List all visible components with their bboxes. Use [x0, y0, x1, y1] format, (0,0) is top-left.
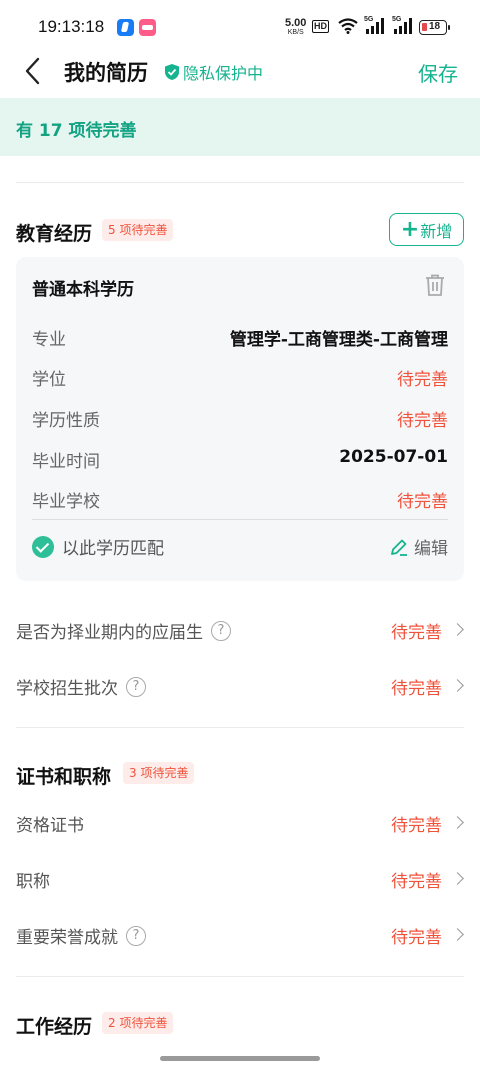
fresh-graduate-row[interactable]: 是否为择业期内的应届生? 待完善	[16, 616, 464, 646]
education-section-title: 教育经历	[16, 223, 93, 245]
help-icon[interactable]: ?	[126, 676, 146, 697]
field-graduation-date: 毕业时间 2025-07-01	[32, 447, 448, 472]
row-value: 待完善	[391, 872, 442, 892]
divider	[16, 727, 464, 728]
row-label: 职称	[16, 867, 50, 892]
save-button[interactable]: 保存	[418, 58, 458, 87]
back-arrow-icon[interactable]	[22, 56, 44, 86]
status-time: 19:13:18	[38, 17, 105, 36]
divider	[16, 976, 464, 977]
row-label: 学校招生批次?	[16, 674, 146, 699]
signal-icon: 5G	[364, 16, 386, 38]
field-label: 毕业学校	[32, 492, 100, 512]
home-indicator[interactable]	[160, 1056, 320, 1061]
pending-count-text: 有 17 项待完善	[16, 121, 137, 141]
shield-check-icon	[165, 64, 179, 80]
check-circle-icon	[32, 535, 54, 558]
education-card-title: 普通本科学历	[32, 280, 134, 300]
row-label: 资格证书	[16, 811, 84, 836]
chevron-right-icon	[451, 816, 464, 829]
professional-title-row[interactable]: 职称 待完善	[16, 865, 464, 895]
plus-icon: +	[400, 216, 420, 242]
signal-icon-2: 5G	[392, 16, 414, 38]
privacy-label: 隐私保护中	[183, 64, 264, 83]
row-value: 待完善	[391, 679, 442, 699]
notification-app-icon-2	[139, 19, 156, 36]
signal-label-2: 5G	[392, 16, 402, 23]
row-label-text: 学校招生批次	[16, 679, 118, 699]
field-education-type: 学历性质 待完善	[32, 406, 448, 431]
field-school: 毕业学校 待完善	[32, 487, 448, 512]
chevron-right-icon	[451, 679, 464, 692]
match-by-education-toggle[interactable]: 以此学历匹配	[32, 534, 164, 559]
row-label-text: 职称	[16, 872, 50, 892]
field-value: 待完善	[397, 411, 448, 431]
edit-education-button[interactable]: 编辑	[389, 534, 448, 559]
admission-batch-row[interactable]: 学校招生批次? 待完善	[16, 672, 464, 702]
add-label: 新增	[420, 221, 453, 241]
field-label: 学位	[32, 370, 66, 390]
chevron-right-icon	[451, 872, 464, 885]
row-value: 待完善	[391, 816, 442, 836]
field-degree: 学位 待完善	[32, 365, 448, 390]
row-label-text: 重要荣誉成就	[16, 928, 118, 948]
row-label-text: 资格证书	[16, 816, 84, 836]
battery-level: 18	[429, 21, 441, 32]
signal-label: 5G	[364, 16, 374, 23]
field-label: 学历性质	[32, 411, 100, 431]
match-label: 以此学历匹配	[62, 539, 164, 559]
chevron-right-icon	[451, 623, 464, 636]
trash-icon[interactable]	[424, 273, 446, 301]
page-title: 我的简历	[64, 61, 148, 85]
field-label: 毕业时间	[32, 452, 100, 472]
card-divider	[32, 519, 448, 520]
edit-label: 编辑	[414, 539, 448, 559]
honors-row[interactable]: 重要荣誉成就? 待完善	[16, 921, 464, 951]
pending-banner: 有 17 项待完善	[0, 98, 480, 156]
privacy-status[interactable]: 隐私保护中	[164, 60, 263, 84]
help-icon[interactable]: ?	[126, 925, 146, 946]
row-label: 是否为择业期内的应届生?	[16, 618, 231, 643]
hd-icon: HD	[312, 20, 329, 33]
education-pending-badge: 5 项待完善	[102, 219, 174, 241]
nav-bar: 我的简历 隐私保护中 保存	[0, 44, 480, 98]
row-label: 重要荣誉成就?	[16, 923, 146, 948]
field-value: 待完善	[397, 370, 448, 390]
qualification-cert-row[interactable]: 资格证书 待完善	[16, 809, 464, 839]
help-icon[interactable]: ?	[211, 620, 231, 641]
wifi-icon	[338, 18, 358, 38]
divider	[16, 182, 464, 183]
network-speed: 5.00 KB/S	[285, 18, 306, 37]
notification-app-icon	[117, 19, 134, 36]
battery-fill	[422, 23, 427, 31]
field-major: 专业 管理学-工商管理类-工商管理	[32, 325, 448, 350]
row-value: 待完善	[391, 928, 442, 948]
row-value: 待完善	[391, 623, 442, 643]
work-section-title: 工作经历	[16, 1016, 93, 1038]
work-pending-badge: 2 项待完善	[102, 1012, 174, 1034]
pencil-icon	[391, 539, 407, 556]
network-speed-unit: KB/S	[287, 29, 304, 36]
field-value: 待完善	[397, 492, 448, 512]
network-speed-value: 5.00	[285, 17, 307, 29]
education-card[interactable]: 普通本科学历 专业 管理学-工商管理类-工商管理 学位 待完善 学历性质 待完善…	[16, 257, 464, 581]
row-label-text: 是否为择业期内的应届生	[16, 623, 203, 643]
certs-pending-badge: 3 项待完善	[123, 762, 195, 784]
chevron-right-icon	[451, 928, 464, 941]
field-label: 专业	[32, 330, 66, 350]
field-value: 管理学-工商管理类-工商管理	[229, 330, 448, 350]
add-education-button[interactable]: + 新增	[389, 213, 464, 246]
battery-icon: 18	[419, 20, 450, 35]
certs-section-title: 证书和职称	[16, 766, 112, 788]
field-value: 2025-07-01	[339, 447, 448, 467]
